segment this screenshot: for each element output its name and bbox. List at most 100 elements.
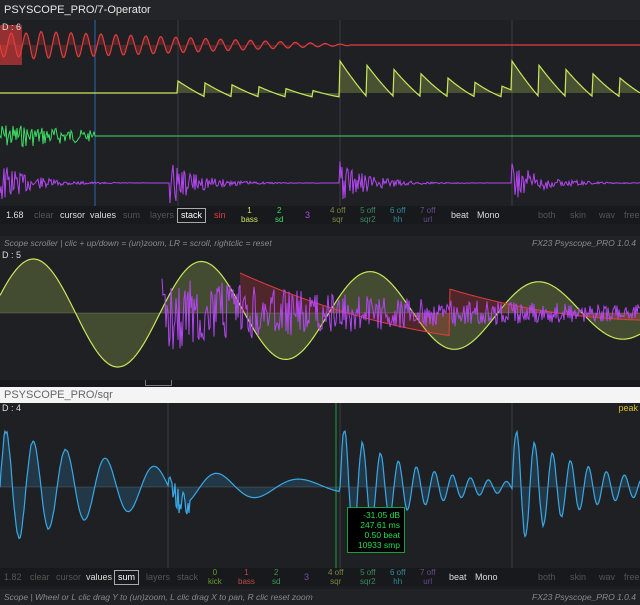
channel-4-state: 4 off (330, 206, 346, 215)
scope1-hint: Scope scroller | clic + up/down = (un)zo… (4, 238, 272, 248)
channel-2-sd[interactable]: 2 sd (272, 568, 280, 586)
zoom-value: 1.68 (6, 210, 24, 220)
window1-title: PSYSCOPE_PRO/7-Operator (4, 4, 151, 16)
layers-button[interactable]: layers (150, 206, 174, 224)
channel-3[interactable]: 3 (304, 568, 309, 586)
skin-button[interactable]: skin (570, 568, 586, 586)
readout-ms: 247.61 ms (360, 520, 400, 530)
channel-4-sqr[interactable]: 4 off sqr (328, 568, 343, 586)
channel-3[interactable]: 3 (305, 206, 310, 224)
wav-button[interactable]: wav (599, 568, 615, 586)
channel-6-name: hh (393, 577, 403, 586)
readout-db: -31.05 dB (363, 510, 400, 520)
channel-1-bass[interactable]: 1 bass (238, 568, 255, 586)
scope3-version: FX23 Psyscope_PRO 1.0.4 (532, 592, 636, 602)
wav-button[interactable]: wav (599, 206, 615, 224)
channel-6-state: 6 off (390, 206, 406, 215)
channel-4-state: 4 off (328, 568, 344, 577)
scope2-corner-label: D : 5 (2, 250, 22, 260)
channel-0-name: kick (208, 577, 222, 586)
window1-titlebar: PSYSCOPE_PRO/7-Operator (0, 0, 640, 20)
values-button[interactable]: values (90, 206, 116, 224)
channel-7-url[interactable]: 7 off url (420, 206, 435, 224)
scope1-statusbar: Scope scroller | clic + up/down = (un)zo… (0, 236, 640, 250)
channel-1-bass[interactable]: 1 bass (241, 206, 258, 224)
channel-7-url[interactable]: 7 off url (420, 568, 435, 586)
clear-button[interactable]: clear (30, 568, 50, 586)
channel-7-state: 7 off (420, 206, 436, 215)
window2-titlebar: PSYSCOPE_PRO/sqr (0, 387, 640, 403)
mono-button[interactable]: Mono (477, 206, 500, 224)
channel-2-number: 2 (274, 568, 279, 577)
channel-1-number: 1 (244, 568, 249, 577)
channel-4-sqr[interactable]: 4 off sqr (330, 206, 345, 224)
channel-5-name: sqr2 (360, 577, 376, 586)
scope1-version: FX23 Psyscope_PRO 1.0.4 (532, 238, 636, 248)
channel-1-number: 1 (247, 206, 252, 215)
purple-lane-waveform (0, 161, 640, 204)
channel-5-state: 5 off (360, 568, 376, 577)
scope3-waveforms (0, 403, 640, 568)
channel-7-state: 7 off (420, 568, 436, 577)
sum-button[interactable]: sum (123, 206, 140, 224)
both-button[interactable]: both (538, 568, 556, 586)
cursor-readout: -31.05 dB 247.61 ms 0.50 beat 10933 smp (347, 507, 405, 553)
channel-5-sqr2[interactable]: 5 off sqr2 (360, 206, 376, 224)
channel-0-kick[interactable]: 0 kick (208, 568, 222, 586)
skin-button[interactable]: skin (570, 206, 586, 224)
channel-5-name: sqr2 (360, 215, 376, 224)
free-button[interactable]: free (624, 206, 640, 224)
channel-1-name: bass (241, 215, 258, 224)
green-lane-waveform (0, 125, 640, 148)
both-button[interactable]: both (538, 206, 556, 224)
channel-6-hh[interactable]: 6 off hh (390, 206, 405, 224)
scope2-display[interactable]: D : 5 (0, 250, 640, 380)
window2-title: PSYSCOPE_PRO/sqr (4, 389, 113, 401)
scope3-display[interactable]: D : 4 peak (0, 403, 640, 568)
scope3-hint: Scope | Wheel or L clic drag Y to (un)zo… (4, 592, 313, 602)
scope3-statusbar: Scope | Wheel or L clic drag Y to (un)zo… (0, 589, 640, 605)
channel-6-name: hh (393, 215, 403, 224)
channel-2-name: sd (275, 215, 284, 224)
layers-button[interactable]: layers (146, 568, 170, 586)
channel-7-name: url (423, 577, 433, 586)
stack-button[interactable]: stack (177, 208, 207, 223)
beat-button[interactable]: beat (451, 206, 469, 224)
cursor-button[interactable]: cursor (56, 568, 81, 586)
channel-2-number: 2 (277, 206, 282, 215)
mono-button[interactable]: Mono (475, 568, 498, 586)
values-button[interactable]: values (86, 568, 112, 586)
cursor-button[interactable]: cursor (60, 206, 85, 224)
channel-6-state: 6 off (390, 568, 406, 577)
readout-smp: 10933 smp (357, 540, 400, 550)
purple-noise-waveform (161, 278, 640, 350)
channel-2-name: sd (272, 577, 281, 586)
peak-label: peak (618, 403, 638, 413)
scope3-corner-label: D : 4 (2, 403, 22, 413)
channel-6-hh[interactable]: 6 off hh (390, 568, 405, 586)
channel-2-sd[interactable]: 2 sd (275, 206, 283, 224)
channel-5-state: 5 off (360, 206, 376, 215)
channel-4-name: sqr (330, 577, 342, 586)
channel-1-name: bass (238, 577, 255, 586)
channel-0-number: 0 (212, 568, 218, 577)
scope1-display[interactable]: D : 6 (0, 20, 640, 206)
sum-button[interactable]: sum (114, 570, 140, 585)
scroll-thumb[interactable] (145, 380, 172, 386)
scope1-corner-label: D : 6 (2, 22, 22, 32)
scope1-toolbar: 1.68 clear cursor values sum layers stac… (0, 206, 640, 224)
beat-button[interactable]: beat (449, 568, 467, 586)
clear-button[interactable]: clear (34, 206, 54, 224)
free-button[interactable]: free (624, 568, 640, 586)
scope2-bottom-strip (0, 380, 640, 387)
channel-5-sqr2[interactable]: 5 off sqr2 (360, 568, 376, 586)
scope1-waveforms (0, 20, 640, 206)
channel-4-name: sqr (332, 215, 344, 224)
zoom-value: 1.82 (4, 572, 22, 582)
scope2-waveforms (0, 258, 640, 368)
channel-sin[interactable]: sin (214, 206, 226, 224)
channel-7-name: url (423, 215, 433, 224)
scope3-toolbar: 1.82 clear cursor values sum layers stac… (0, 568, 640, 586)
stack-button[interactable]: stack (177, 568, 198, 586)
readout-beat: 0.50 beat (364, 530, 400, 540)
